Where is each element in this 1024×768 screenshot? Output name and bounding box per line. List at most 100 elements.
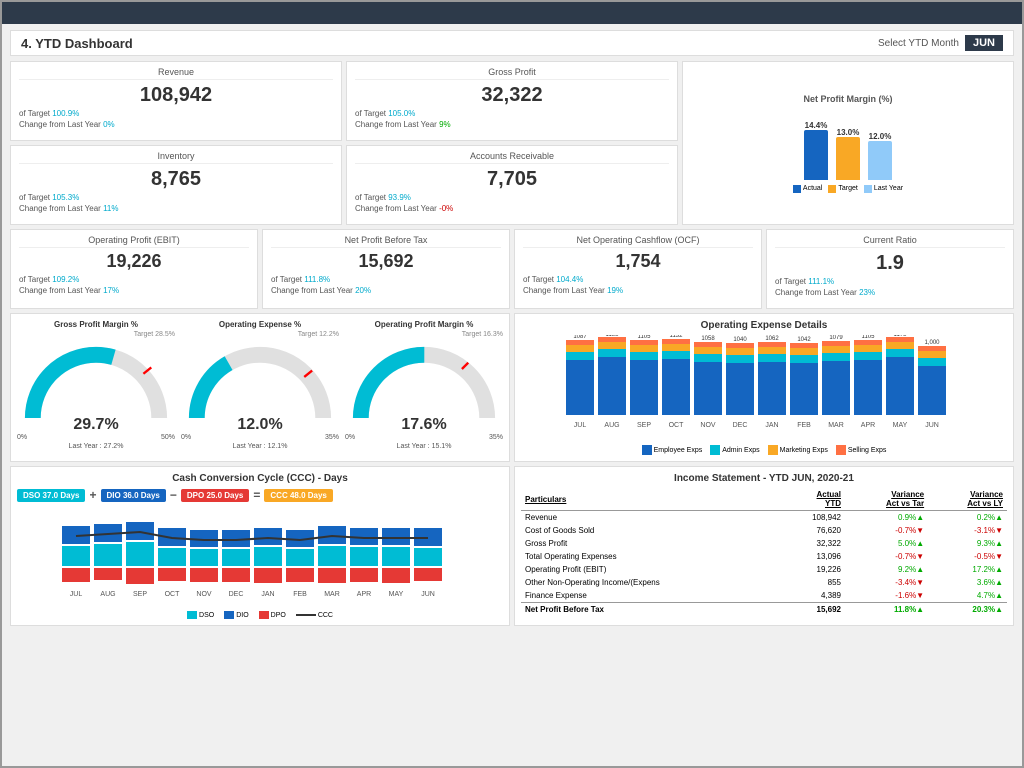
- semicircle-row: Gross Profit Margin % Target 28.5% 29.7%…: [17, 320, 503, 450]
- income-row-name: Total Operating Expenses: [521, 550, 778, 563]
- income-row-var-tar: -0.7%▼: [845, 524, 928, 537]
- kpi-revenue-change: Change from Last Year 0%: [19, 120, 333, 129]
- income-row-name: Operating Profit (EBIT): [521, 563, 778, 576]
- kpi-npbt: Net Profit Before Tax 15,692 of Target 1…: [262, 229, 510, 309]
- kpi-cr-title: Current Ratio: [775, 235, 1005, 248]
- opex-details-card: Operating Expense Details 1087 1188: [514, 313, 1014, 462]
- svg-text:APR: APR: [861, 422, 875, 429]
- npm-chart-card: Net Profit Margin (%) 14.4% 13.0% 12.0%: [682, 61, 1014, 225]
- svg-text:1062: 1062: [765, 336, 779, 342]
- th-particulars: Particulars: [521, 488, 778, 511]
- svg-text:1040: 1040: [733, 337, 747, 343]
- income-row-name: Revenue: [521, 511, 778, 525]
- income-row-actual: 855: [778, 576, 845, 589]
- svg-text:JUN: JUN: [421, 591, 435, 598]
- th-actual: ActualYTD: [778, 488, 845, 511]
- top-bar: [2, 2, 1022, 24]
- income-row-actual: 108,942: [778, 511, 845, 525]
- income-row-name: Cost of Goods Sold: [521, 524, 778, 537]
- ytd-selector: Select YTD Month JUN: [878, 35, 1003, 51]
- income-title: Income Statement - YTD JUN, 2020-21: [521, 473, 1007, 484]
- income-row-var-ly: 17.2%▲: [928, 563, 1007, 576]
- gauge-gross-svg: [17, 339, 175, 426]
- kpi-ebit-title: Operating Profit (EBIT): [19, 235, 249, 248]
- svg-text:JUN: JUN: [925, 422, 939, 429]
- kpi-revenue-meta: of Target 100.9%: [19, 109, 333, 118]
- income-row-var-ly: 4.7%▲: [928, 589, 1007, 603]
- kpi-gross-title: Gross Profit: [355, 67, 669, 80]
- gauge-opm-svg: [345, 339, 503, 426]
- kpi-inventory: Inventory 8,765 of Target 105.3% Change …: [10, 145, 342, 225]
- income-row-name: Net Profit Before Tax: [521, 603, 778, 617]
- kpi-ebit: Operating Profit (EBIT) 19,226 of Target…: [10, 229, 258, 309]
- income-row: Other Non-Operating Income/(Expens855-3.…: [521, 576, 1007, 589]
- kpi-npbt-value: 15,692: [271, 251, 501, 273]
- svg-text:NOV: NOV: [196, 591, 212, 598]
- svg-text:NOV: NOV: [700, 422, 716, 429]
- ccc-title: Cash Conversion Cycle (CCC) - Days: [17, 473, 503, 484]
- ytd-value[interactable]: JUN: [965, 35, 1003, 51]
- svg-text:1105: 1105: [638, 335, 652, 340]
- svg-text:MAR: MAR: [828, 422, 844, 429]
- npm-legend-lastyear: Last Year: [864, 185, 903, 193]
- kpi-inv-title: Inventory: [19, 151, 333, 164]
- gauge-opex-svg: [181, 339, 339, 426]
- svg-text:1058: 1058: [701, 336, 715, 342]
- pill-ccc: CCC 48.0 Days: [264, 489, 332, 502]
- income-row-var-tar: -0.7%▼: [845, 550, 928, 563]
- npm-title: Net Profit Margin (%): [804, 94, 893, 104]
- income-row-name: Gross Profit: [521, 537, 778, 550]
- svg-text:SEP: SEP: [133, 591, 147, 598]
- npm-legend-actual: Actual: [793, 185, 822, 193]
- income-row-actual: 15,692: [778, 603, 845, 617]
- income-row: Net Profit Before Tax15,69211.8%▲20.3%▲: [521, 603, 1007, 617]
- npm-bar-lastyear: 12.0%: [868, 132, 892, 180]
- income-row-var-ly: -3.1%▼: [928, 524, 1007, 537]
- svg-text:MAR: MAR: [324, 591, 340, 598]
- income-row-var-ly: 20.3%▲: [928, 603, 1007, 617]
- pill-dio: DIO 36.0 Days: [101, 489, 166, 502]
- kpi-ar-value: 7,705: [355, 167, 669, 191]
- opex-title: Operating Expense Details: [521, 320, 1007, 331]
- income-row-var-tar: 9.2%▲: [845, 563, 928, 576]
- svg-text:OCT: OCT: [165, 591, 181, 598]
- income-row-var-ly: -0.5%▼: [928, 550, 1007, 563]
- kpi-ebit-value: 19,226: [19, 251, 249, 273]
- income-row-actual: 32,322: [778, 537, 845, 550]
- ytd-label: Select YTD Month: [878, 38, 959, 49]
- th-var-tar: VarianceAct vs Tar: [845, 488, 928, 511]
- income-row: Total Operating Expenses13,096-0.7%▼-0.5…: [521, 550, 1007, 563]
- income-row-var-ly: 0.2%▲: [928, 511, 1007, 525]
- kpi-npbt-title: Net Profit Before Tax: [271, 235, 501, 248]
- svg-text:1087: 1087: [573, 335, 587, 340]
- opex-chart: 1087 1188 1105 1132 1058: [521, 335, 1007, 445]
- svg-text:1079: 1079: [829, 335, 843, 341]
- svg-text:JUL: JUL: [574, 422, 587, 429]
- income-row: Operating Profit (EBIT)19,2269.2%▲17.2%▲: [521, 563, 1007, 576]
- svg-text:JAN: JAN: [765, 422, 778, 429]
- kpi-revenue: Revenue 108,942 of Target 100.9% Change …: [10, 61, 342, 141]
- gauge-opm: Operating Profit Margin % Target 16.3% 1…: [345, 320, 503, 450]
- npm-bars: 14.4% 13.0% 12.0%: [804, 110, 892, 180]
- svg-text:FEB: FEB: [293, 591, 307, 598]
- income-row-name: Other Non-Operating Income/(Expens: [521, 576, 778, 589]
- svg-text:AUG: AUG: [604, 422, 619, 429]
- kpi-ocf-value: 1,754: [523, 251, 753, 273]
- kpi-gross-value: 32,322: [355, 83, 669, 107]
- income-row-var-ly: 9.3%▲: [928, 537, 1007, 550]
- income-row: Cost of Goods Sold76,620-0.7%▼-3.1%▼: [521, 524, 1007, 537]
- svg-text:DEC: DEC: [229, 591, 244, 598]
- income-row-actual: 13,096: [778, 550, 845, 563]
- dashboard-title: 4. YTD Dashboard: [21, 36, 133, 51]
- th-var-ly: VarianceAct vs LY: [928, 488, 1007, 511]
- svg-text:1188: 1188: [606, 335, 620, 338]
- opex-legend: Employee Exps Admin Exps Marketing Exps …: [521, 445, 1007, 455]
- npm-legend-target: Target: [828, 185, 857, 193]
- svg-text:DEC: DEC: [733, 422, 748, 429]
- npm-bar-target: 13.0%: [836, 128, 860, 180]
- kpi-revenue-value: 108,942: [19, 83, 333, 107]
- svg-text:FEB: FEB: [797, 422, 811, 429]
- svg-text:JUL: JUL: [70, 591, 83, 598]
- gauge-opex: Operating Expense % Target 12.2% 12.0% 0…: [181, 320, 339, 450]
- kpi-accounts-receivable: Accounts Receivable 7,705 of Target 93.9…: [346, 145, 678, 225]
